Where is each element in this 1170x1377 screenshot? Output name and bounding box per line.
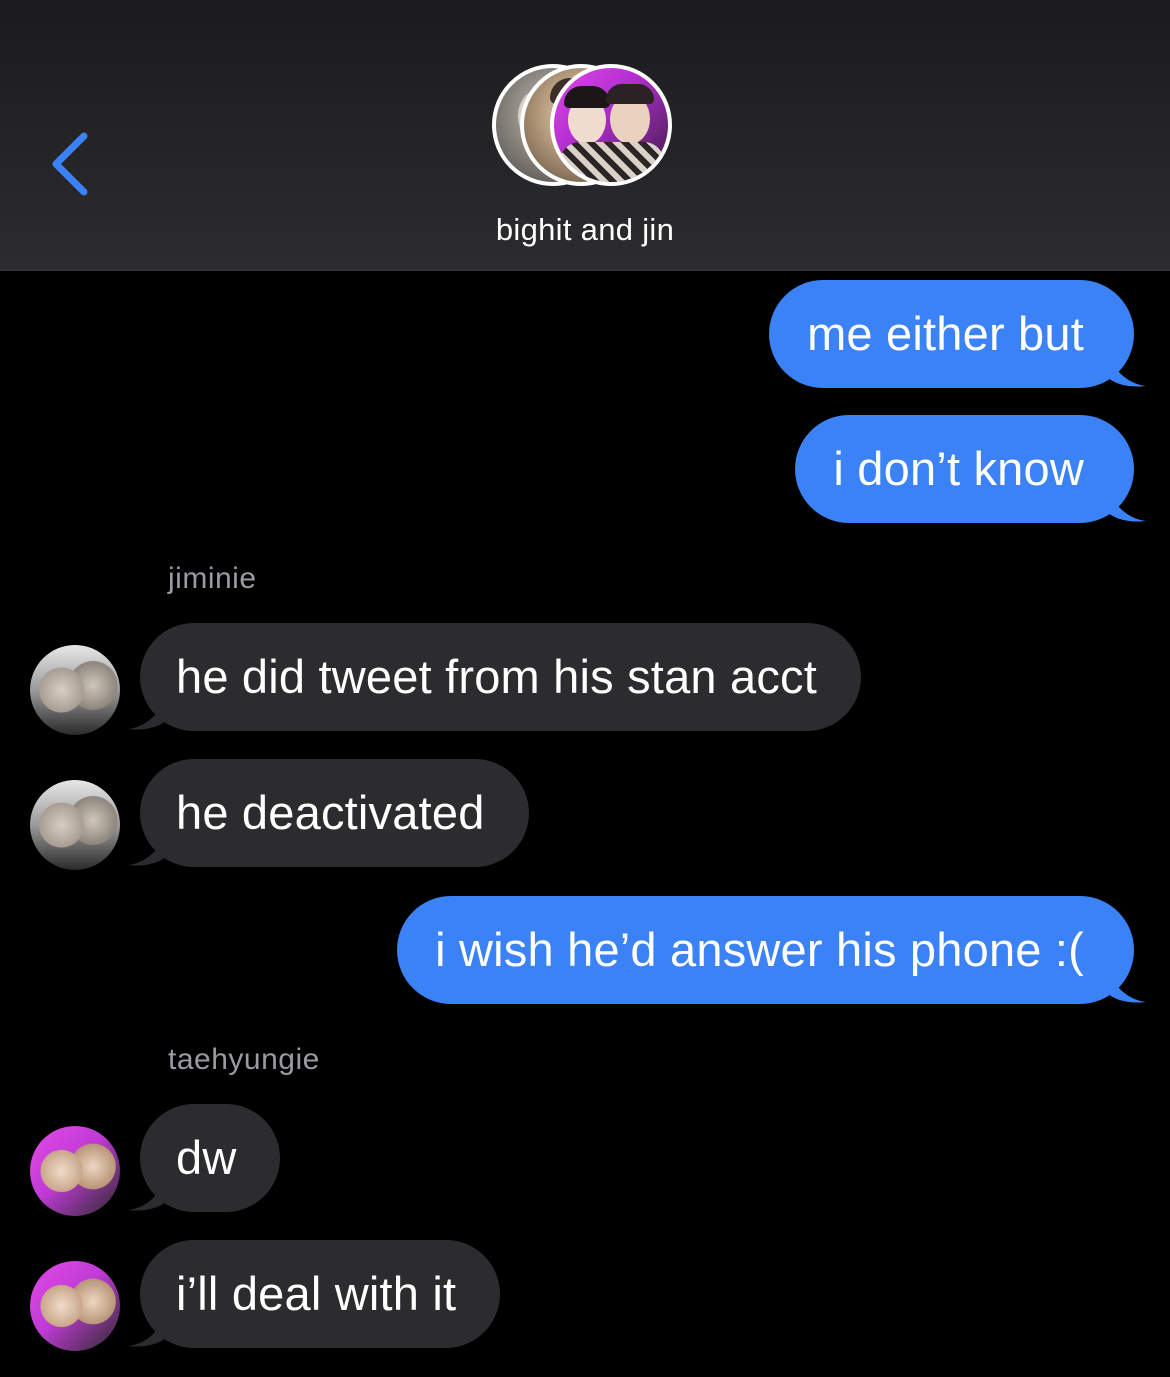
sender-avatar[interactable] [30,1126,120,1216]
received-message-bubble[interactable]: dw [128,1104,281,1212]
bubble-tail [1106,348,1146,387]
received-message-bubble[interactable]: he deactivated [128,759,529,867]
bubble-tail [128,827,168,866]
sender-avatar[interactable] [30,645,120,735]
sender-name: taehyungie [168,1043,320,1076]
message-text: me either but [807,307,1084,360]
bubble-tail [128,1308,168,1347]
sent-message-bubble[interactable]: i don’t know [795,415,1146,523]
conversation-title[interactable]: bighit and jin [0,212,1170,248]
sent-message-bubble[interactable]: i wish he’d answer his phone :( [397,896,1146,1004]
chevron-left-icon [52,132,88,196]
sent-message-bubble[interactable]: me either but [769,280,1146,388]
bubble-tail [1106,964,1146,1003]
group-avatar-stack[interactable] [490,64,680,194]
back-button[interactable] [40,120,110,210]
message-text: dw [176,1131,237,1184]
bubble-tail [1106,483,1146,522]
bubble-tail [128,1172,168,1211]
message-text: i don’t know [833,442,1084,495]
sender-name: jiminie [168,562,257,595]
sender-avatar[interactable] [30,780,120,870]
message-text: i’ll deal with it [176,1267,457,1320]
received-message-bubble[interactable]: i’ll deal with it [128,1240,501,1348]
conversation-header: bighit and jin [0,0,1170,271]
received-message-bubble[interactable]: he did tweet from his stan acct [128,623,861,731]
message-text: i wish he’d answer his phone :( [435,923,1084,976]
message-text: he did tweet from his stan acct [176,650,817,703]
sender-avatar[interactable] [30,1261,120,1351]
bubble-tail [128,691,168,730]
message-text: he deactivated [176,786,485,839]
message-list: me either but i don’t know jiminie he di… [0,270,1170,1377]
group-avatar-3 [550,64,672,186]
